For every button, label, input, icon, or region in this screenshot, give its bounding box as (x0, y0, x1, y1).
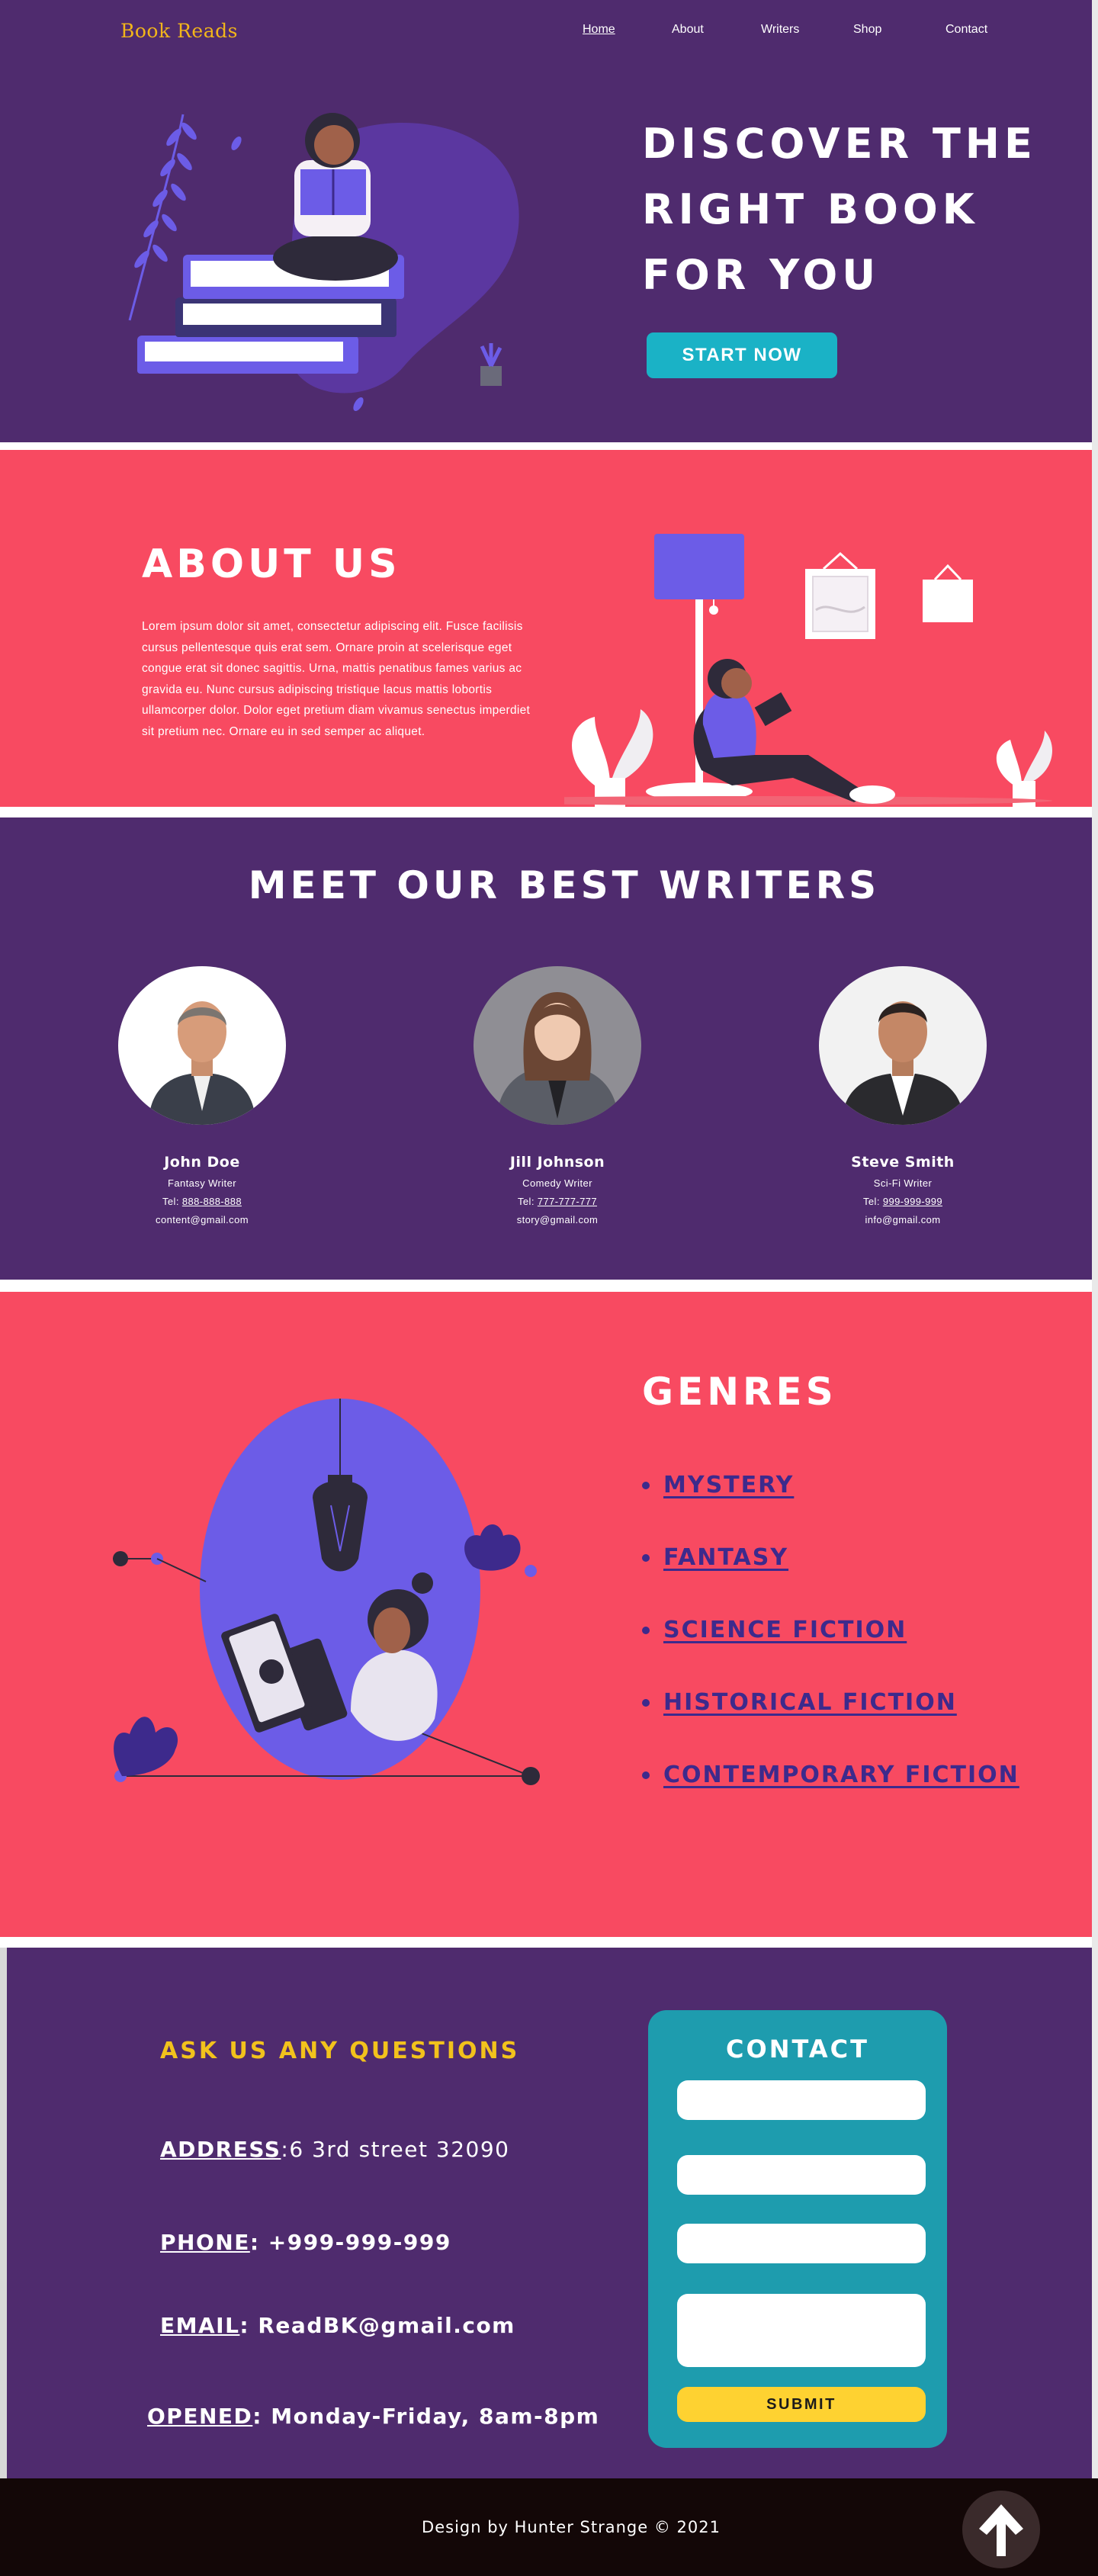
writer-name: John Doe (164, 1154, 240, 1171)
writer-email: content@gmail.com (156, 1214, 249, 1225)
email-value: : ReadBK@gmail.com (239, 2313, 515, 2338)
hero-title-line-1: DISCOVER THE (642, 120, 1037, 168)
ask-questions-heading: ASK US ANY QUESTIONS (160, 2038, 520, 2064)
subject-field[interactable] (677, 2224, 926, 2263)
genre-label[interactable]: SCIENCE FICTION (663, 1617, 907, 1643)
genres-section: GENRES MYSTERY FANTASY SCIENCE FICTION H… (0, 1292, 1092, 1937)
genre-label[interactable]: MYSTERY (663, 1472, 794, 1498)
arrow-up-icon (979, 2504, 1023, 2556)
genre-label[interactable]: CONTEMPORARY FICTION (663, 1762, 1019, 1788)
tel-label: Tel: (162, 1196, 182, 1207)
submit-button[interactable]: SUBMIT (677, 2387, 926, 2422)
address-value: :6 3rd street 32090 (281, 2137, 510, 2162)
phone-value: : +999-999-999 (249, 2230, 451, 2255)
email-info: EMAIL: ReadBK@gmail.com (160, 2313, 515, 2338)
phone-info: PHONE: +999-999-999 (160, 2230, 451, 2255)
nav-about[interactable]: About (672, 23, 704, 37)
writer-tel-link[interactable]: 888-888-888 (182, 1196, 242, 1207)
genre-link-contemporary-fiction[interactable]: CONTEMPORARY FICTION (642, 1762, 1019, 1788)
writer-role: Comedy Writer (522, 1177, 592, 1189)
opened-info: OPENED: Monday-Friday, 8am-8pm (147, 2404, 599, 2429)
contact-form-title: CONTACT (726, 2035, 869, 2064)
about-section: ABOUT US Lorem ipsum dolor sit amet, con… (0, 450, 1092, 808)
writer-photo-jill-johnson (474, 966, 641, 1125)
bullet-icon (642, 1698, 650, 1707)
about-text: Lorem ipsum dolor sit amet, consectetur … (142, 620, 531, 738)
writer-card: Steve Smith Sci-Fi Writer Tel: 999-999-9… (788, 966, 1017, 1225)
address-label: ADDRESS (160, 2137, 281, 2162)
opened-label: OPENED (147, 2404, 253, 2429)
nav-shop[interactable]: Shop (853, 23, 881, 37)
reading-woman-illustration (564, 534, 1052, 808)
writer-name: Steve Smith (851, 1154, 955, 1171)
bullet-icon (642, 1771, 650, 1779)
genre-link-historical-fiction[interactable]: HISTORICAL FICTION (642, 1689, 957, 1716)
hero-title-line-2: RIGHT BOOK (642, 185, 979, 233)
tel-label: Tel: (863, 1196, 883, 1207)
message-field[interactable] (677, 2294, 926, 2367)
left-strip (0, 1948, 7, 2478)
hero-title: DISCOVER THE RIGHT BOOK FOR YOU (642, 111, 1069, 308)
back-to-top-button[interactable] (962, 2491, 1040, 2568)
name-field[interactable] (677, 2080, 926, 2120)
phone-label: PHONE (160, 2230, 250, 2255)
writer-card: Jill Johnson Comedy Writer Tel: 777-777-… (443, 966, 672, 1225)
hero-section: Book Reads Home About Writers Shop Conta… (0, 0, 1092, 442)
writer-email: info@gmail.com (865, 1214, 941, 1225)
opened-value: : Monday-Friday, 8am-8pm (252, 2404, 600, 2429)
email-field[interactable] (677, 2155, 926, 2195)
writer-tel: Tel: 999-999-999 (788, 1196, 1017, 1207)
genre-link-science-fiction[interactable]: SCIENCE FICTION (642, 1617, 907, 1643)
nav-contact[interactable]: Contact (946, 23, 987, 37)
writers-title: MEET OUR BEST WRITERS (248, 863, 881, 907)
writer-tel-link[interactable]: 777-777-777 (538, 1196, 597, 1207)
hero-title-line-3: FOR YOU (642, 251, 881, 299)
nav-home[interactable]: Home (583, 23, 615, 37)
footer-credit: Design by Hunter Strange © 2021 (422, 2518, 721, 2536)
writer-card: John Doe Fantasy Writer Tel: 888-888-888… (88, 966, 316, 1225)
genres-title: GENRES (642, 1370, 837, 1414)
writer-role: Sci-Fi Writer (873, 1177, 933, 1189)
tel-label: Tel: (518, 1196, 538, 1207)
page-scrollbar[interactable] (1092, 0, 1098, 2478)
bullet-icon (642, 1553, 650, 1562)
start-now-button[interactable]: START NOW (647, 332, 837, 378)
writer-photo-john-doe (118, 966, 286, 1125)
brand-logo[interactable]: Book Reads (120, 20, 238, 42)
bullet-icon (642, 1626, 650, 1634)
address-info: ADDRESS:6 3rd street 32090 (160, 2137, 509, 2162)
contact-section: ASK US ANY QUESTIONS ADDRESS:6 3rd stree… (7, 1948, 1092, 2478)
writers-section: MEET OUR BEST WRITERS John Doe Fantasy W… (0, 817, 1092, 1280)
about-title: ABOUT US (142, 541, 401, 587)
writer-photo-steve-smith (819, 966, 987, 1125)
writer-tel: Tel: 888-888-888 (88, 1196, 316, 1207)
writer-name: Jill Johnson (509, 1154, 605, 1171)
hero-illustration (128, 113, 519, 412)
nav-writers[interactable]: Writers (761, 23, 799, 37)
writer-tel-link[interactable]: 999-999-999 (883, 1196, 942, 1207)
writer-tel: Tel: 777-777-777 (443, 1196, 672, 1207)
genre-label[interactable]: FANTASY (663, 1544, 788, 1571)
genre-link-fantasy[interactable]: FANTASY (642, 1544, 788, 1571)
footer: Design by Hunter Strange © 2021 (0, 2478, 1098, 2576)
genre-label[interactable]: HISTORICAL FICTION (663, 1689, 957, 1716)
bullet-icon (642, 1481, 650, 1489)
contact-form: CONTACT SUBMIT (648, 2010, 947, 2448)
writer-role: Fantasy Writer (168, 1177, 236, 1189)
email-label: EMAIL (160, 2313, 240, 2338)
genre-link-mystery[interactable]: MYSTERY (642, 1472, 794, 1498)
writer-email: story@gmail.com (516, 1214, 599, 1225)
reading-girl-illustration (113, 1399, 540, 1785)
